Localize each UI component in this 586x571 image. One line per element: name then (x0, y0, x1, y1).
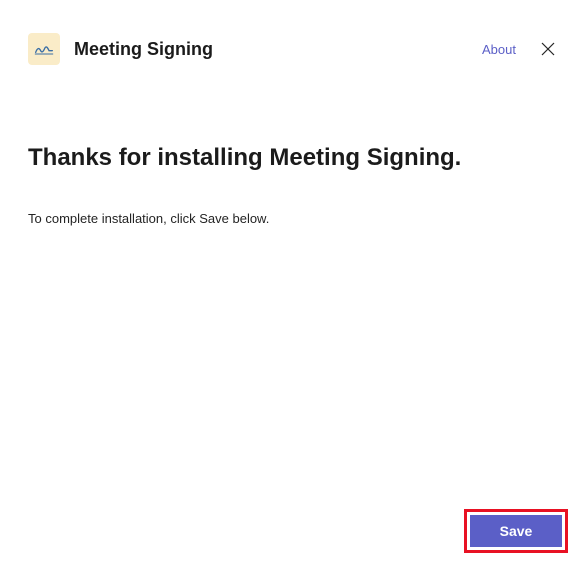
close-button[interactable] (538, 39, 558, 59)
instruction-text: To complete installation, click Save bel… (28, 211, 558, 226)
about-link[interactable]: About (482, 42, 516, 57)
app-icon (28, 33, 60, 65)
dialog-footer: Save (464, 509, 568, 553)
signature-icon (34, 42, 54, 56)
save-highlight: Save (464, 509, 568, 553)
close-icon (541, 42, 555, 56)
dialog-content: Thanks for installing Meeting Signing. T… (0, 70, 586, 226)
dialog-header: Meeting Signing About (0, 0, 586, 70)
page-heading: Thanks for installing Meeting Signing. (28, 142, 558, 173)
app-title: Meeting Signing (74, 39, 482, 60)
save-button[interactable]: Save (470, 515, 562, 547)
